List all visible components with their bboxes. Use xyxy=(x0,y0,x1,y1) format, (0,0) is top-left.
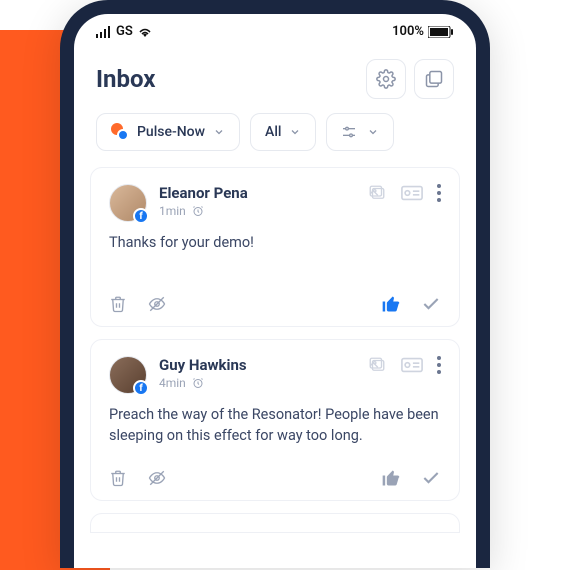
message-card[interactable]: f Eleanor Pena 1min xyxy=(90,167,460,327)
clock-icon xyxy=(192,205,204,217)
open-external-button[interactable] xyxy=(414,59,454,99)
signal-icon xyxy=(96,26,112,38)
facebook-badge-icon: f xyxy=(133,208,149,224)
scope-filter[interactable]: All xyxy=(250,113,316,151)
page-header: Inbox xyxy=(74,45,476,113)
battery-label: 100% xyxy=(392,24,424,39)
gear-icon xyxy=(376,69,396,89)
carrier-label: GS xyxy=(116,24,133,39)
hide-button[interactable] xyxy=(147,469,167,487)
delete-button[interactable] xyxy=(109,469,127,487)
images-icon[interactable] xyxy=(367,184,387,202)
wifi-icon xyxy=(137,26,153,38)
like-button[interactable] xyxy=(381,294,401,314)
hide-button[interactable] xyxy=(147,295,167,313)
filter-bar: Pulse-Now All xyxy=(74,113,476,167)
phone-frame: GS 100% Inbox xyxy=(60,0,490,568)
avatar: f xyxy=(109,184,147,222)
account-logo-icon xyxy=(111,123,129,141)
avatar: f xyxy=(109,356,147,394)
message-card[interactable]: f Guy Hawkins 4min xyxy=(90,339,460,501)
battery-icon xyxy=(428,26,454,38)
chevron-down-icon xyxy=(213,126,225,138)
message-time: 1min xyxy=(159,204,186,218)
windows-icon xyxy=(424,69,444,89)
view-options-filter[interactable] xyxy=(326,113,394,151)
card-icon[interactable] xyxy=(401,185,423,201)
sender-name: Eleanor Pena xyxy=(159,184,355,202)
delete-button[interactable] xyxy=(109,295,127,313)
chevron-down-icon xyxy=(289,126,301,138)
sliders-icon xyxy=(341,124,357,140)
message-list: f Eleanor Pena 1min xyxy=(74,167,476,533)
more-icon[interactable] xyxy=(437,356,441,374)
facebook-badge-icon: f xyxy=(133,380,149,396)
page-title: Inbox xyxy=(96,65,155,93)
account-filter[interactable]: Pulse-Now xyxy=(96,113,240,151)
images-icon[interactable] xyxy=(367,356,387,374)
approve-button[interactable] xyxy=(421,294,441,314)
sender-name: Guy Hawkins xyxy=(159,356,355,374)
message-card[interactable] xyxy=(90,513,460,533)
like-button[interactable] xyxy=(381,468,401,488)
message-body: Thanks for your demo! xyxy=(109,232,441,272)
message-time: 4min xyxy=(159,376,186,390)
message-body: Preach the way of the Resonator! People … xyxy=(109,404,441,446)
approve-button[interactable] xyxy=(421,468,441,488)
scope-filter-label: All xyxy=(265,124,281,140)
clock-icon xyxy=(192,377,204,389)
settings-button[interactable] xyxy=(366,59,406,99)
chevron-down-icon xyxy=(367,126,379,138)
account-filter-label: Pulse-Now xyxy=(137,124,205,140)
status-bar: GS 100% xyxy=(74,14,476,45)
more-icon[interactable] xyxy=(437,184,441,202)
card-icon[interactable] xyxy=(401,357,423,373)
